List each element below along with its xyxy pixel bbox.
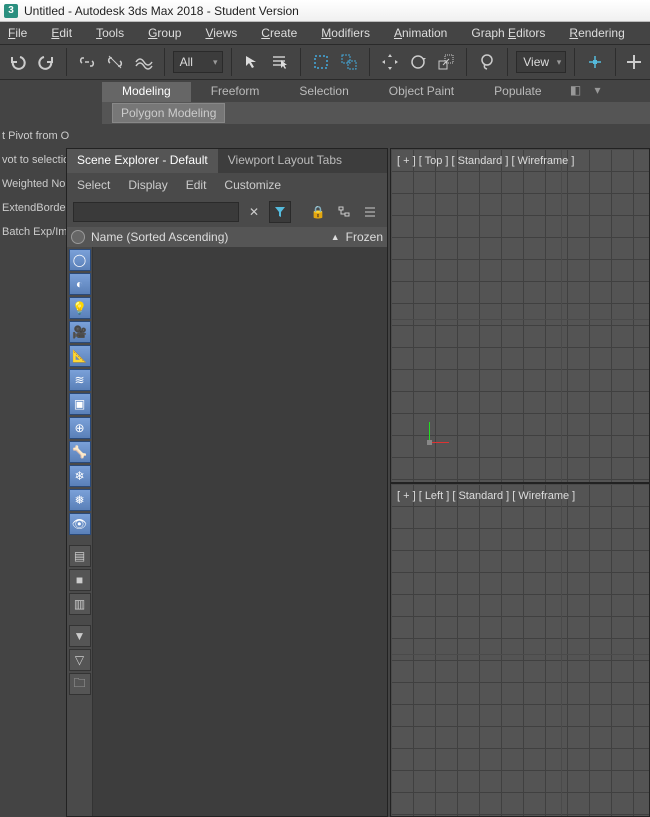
menu-tools[interactable]: Tools (96, 26, 124, 40)
filter-funnel-icon[interactable]: ▼ (69, 625, 91, 647)
explorer-menu-select[interactable]: Select (77, 178, 110, 192)
filter-selection-button[interactable] (269, 201, 291, 223)
tab-populate[interactable]: Populate (474, 82, 561, 102)
rotate-button[interactable] (406, 48, 430, 76)
lasso-placement-button[interactable] (475, 48, 499, 76)
left-label: t Pivot from O (0, 124, 100, 148)
explorer-search-row: ✕ 🔒 (67, 197, 387, 227)
tab-modeling[interactable]: Modeling (102, 82, 191, 102)
menu-edit[interactable]: Edit (51, 26, 72, 40)
misc-toggle-3-icon[interactable]: ▥ (69, 593, 91, 615)
select-by-name-button[interactable] (268, 48, 292, 76)
toggle-containers-icon[interactable]: ❄ (69, 465, 91, 487)
link-button[interactable] (75, 48, 99, 76)
menu-views[interactable]: Views (205, 26, 237, 40)
toggle-spacewarps-icon[interactable]: ≋ (69, 369, 91, 391)
display-toggle-column: ◯ ◐ 💡 🎥 📐 ≋ ▣ ⊕ 🦴 ❄ ❅ 👁 ▤ ■ ▥ ▼ ▽ 🗀 (67, 247, 93, 816)
select-object-button[interactable] (239, 48, 263, 76)
selection-filter-combo[interactable]: All (173, 51, 223, 73)
explorer-menu-display[interactable]: Display (128, 178, 167, 192)
viewport-top-label[interactable]: [ + ] [ Top ] [ Standard ] [ Wireframe ] (397, 155, 574, 167)
title-bar: 3 Untitled - Autodesk 3ds Max 2018 - Stu… (0, 0, 650, 22)
menu-file[interactable]: File (8, 26, 27, 40)
misc-toggle-2-icon[interactable]: ■ (69, 569, 91, 591)
sort-arrow-icon: ▲ (331, 232, 340, 242)
move-tool-extra-button[interactable] (624, 48, 644, 76)
lock-icon[interactable]: 🔒 (307, 201, 329, 223)
ref-coord-combo[interactable]: View (516, 51, 566, 73)
viewport-left[interactable]: [ + ] [ Left ] [ Standard ] [ Wireframe … (390, 483, 650, 817)
view-list-button[interactable] (359, 201, 381, 223)
tab-scene-explorer[interactable]: Scene Explorer - Default (67, 149, 218, 173)
ribbon-pin-icon[interactable]: ◧ (568, 82, 584, 98)
scene-list-area[interactable] (93, 247, 387, 816)
ribbon-tabs: Modeling Freeform Selection Object Paint… (102, 82, 650, 102)
toggle-lights-icon[interactable]: 💡 (69, 297, 91, 319)
undo-button[interactable] (6, 48, 30, 76)
menu-group[interactable]: Group (148, 26, 181, 40)
ribbon-expand-icon[interactable]: ▾ (590, 82, 606, 98)
search-input[interactable] (73, 202, 239, 222)
view-hierarchy-button[interactable] (333, 201, 355, 223)
explorer-menu-edit[interactable]: Edit (186, 178, 207, 192)
toggle-cameras-icon[interactable]: 🎥 (69, 321, 91, 343)
toggle-xrefs-icon[interactable]: ⊕ (69, 417, 91, 439)
menu-animation[interactable]: Animation (394, 26, 447, 40)
redo-button[interactable] (34, 48, 58, 76)
bind-spacewarp-button[interactable] (132, 48, 156, 76)
move-button[interactable] (378, 48, 402, 76)
ribbon: Modeling Freeform Selection Object Paint… (102, 82, 650, 124)
app-icon: 3 (4, 4, 18, 18)
rect-select-button[interactable] (309, 48, 333, 76)
misc-toggle-1-icon[interactable]: ▤ (69, 545, 91, 567)
toggle-shapes-icon[interactable]: ◐ (69, 273, 91, 295)
toggle-frozen-icon[interactable]: ❅ (69, 489, 91, 511)
menu-create[interactable]: Create (261, 26, 297, 40)
menu-bar: File Edit Tools Group Views Create Modif… (0, 22, 650, 44)
main-toolbar: All View (0, 44, 650, 80)
window-crossing-button[interactable] (337, 48, 361, 76)
toggle-helpers-icon[interactable]: 📐 (69, 345, 91, 367)
ribbon-panel-row: Polygon Modeling (102, 102, 650, 124)
unlink-button[interactable] (103, 48, 127, 76)
explorer-menu: Select Display Edit Customize (67, 173, 387, 197)
toggle-geometry-icon[interactable]: ◯ (69, 249, 91, 271)
menu-rendering[interactable]: Rendering (569, 26, 624, 40)
tab-freeform[interactable]: Freeform (191, 82, 280, 102)
clear-search-button[interactable]: ✕ (243, 201, 265, 223)
menu-modifiers[interactable]: Modifiers (321, 26, 370, 40)
toggle-bone-icon[interactable]: 🦴 (69, 441, 91, 463)
calendar-icon[interactable]: 🗀 (69, 673, 91, 695)
col-name: Name (Sorted Ascending) (91, 230, 228, 244)
explorer-menu-customize[interactable]: Customize (224, 178, 281, 192)
explorer-tabs: Scene Explorer - Default Viewport Layout… (67, 149, 387, 173)
column-header[interactable]: Name (Sorted Ascending) ▲ Frozen (67, 227, 387, 247)
toggle-groups-icon[interactable]: ▣ (69, 393, 91, 415)
window-title: Untitled - Autodesk 3ds Max 2018 - Stude… (24, 4, 299, 18)
axis-gizmo-icon (419, 422, 449, 452)
filter-funnel2-icon[interactable]: ▽ (69, 649, 91, 671)
use-pivot-button[interactable] (583, 48, 607, 76)
tab-viewport-layout[interactable]: Viewport Layout Tabs (218, 149, 352, 173)
menu-grapheditors[interactable]: Graph Editors (471, 26, 545, 40)
viewport-left-label[interactable]: [ + ] [ Left ] [ Standard ] [ Wireframe … (397, 490, 575, 502)
viewport-top[interactable]: [ + ] [ Top ] [ Standard ] [ Wireframe ] (390, 148, 650, 483)
tab-selection[interactable]: Selection (279, 82, 368, 102)
tab-objectpaint[interactable]: Object Paint (369, 82, 474, 102)
scale-button[interactable] (434, 48, 458, 76)
polygon-modeling-panel[interactable]: Polygon Modeling (112, 103, 225, 123)
viewport-area: [ + ] [ Top ] [ Standard ] [ Wireframe ]… (390, 148, 650, 817)
object-type-icon (71, 230, 85, 244)
col-frozen: Frozen (346, 230, 383, 244)
toggle-hidden-icon[interactable]: 👁 (69, 513, 91, 535)
scene-explorer: Scene Explorer - Default Viewport Layout… (66, 148, 388, 817)
